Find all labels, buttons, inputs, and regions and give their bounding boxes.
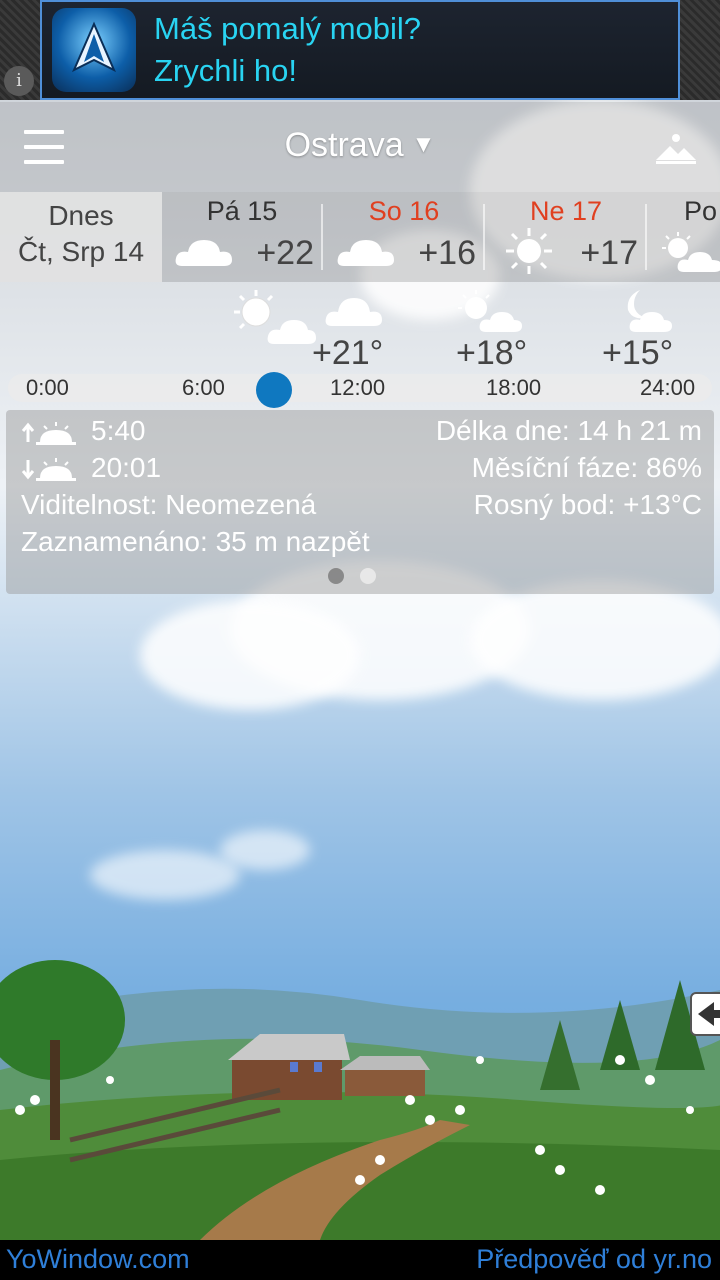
time-slider-track[interactable]: 0:00 6:00 12:00 18:00 24:00	[8, 374, 712, 402]
sunset-time: 20:01	[91, 452, 162, 483]
day-name: Ne 17	[529, 196, 603, 226]
sunrise-time: 5:40	[91, 415, 146, 446]
hourly-temp: +18°	[456, 334, 528, 372]
sun-icon	[506, 228, 552, 274]
today-label: Dnes	[48, 200, 114, 231]
cloud-icon	[337, 240, 394, 266]
day-name: So 16	[368, 196, 440, 226]
day-temp: +17	[580, 234, 638, 272]
day-name: Pá 15	[206, 196, 278, 226]
hourly-temp: +15°	[602, 334, 674, 372]
hourly-temp: +21°	[312, 334, 384, 372]
moon-phase: Měsíční fáze: 86%	[471, 452, 702, 483]
side-panel-tab[interactable]	[690, 992, 720, 1036]
today-date: Čt, Srp 14	[17, 236, 145, 267]
time-tick: 6:00	[182, 375, 225, 400]
yowindow-link[interactable]: YoWindow.com	[6, 1244, 190, 1275]
ad-headline: Máš pomalý mobil?	[154, 11, 422, 46]
day-temp: +22	[256, 234, 314, 272]
moon-cloud-icon	[627, 290, 672, 332]
visibility: Viditelnost: Neomezená	[21, 489, 317, 520]
mountain-landscape-icon[interactable]	[654, 130, 698, 166]
time-tick: 0:00	[26, 375, 69, 400]
city-name: Ostrava	[284, 126, 404, 164]
sun-cloud-icon	[662, 232, 720, 272]
sun-cloud-icon	[234, 290, 316, 344]
day-name: Po	[684, 196, 718, 226]
cloud-icon	[175, 240, 232, 266]
day-item-sun[interactable]: Ne 17 +17	[486, 192, 646, 282]
day-temp: +16	[418, 234, 476, 272]
page-indicator-active	[328, 568, 344, 584]
ad-subline: Zrychli ho!	[154, 53, 297, 88]
time-tick: 24:00	[640, 375, 696, 400]
divider	[321, 204, 323, 270]
footer-bar: YoWindow.com Předpověď od yr.no	[0, 1240, 720, 1280]
time-tick: 12:00	[330, 375, 386, 400]
time-slider-knob[interactable]	[256, 372, 292, 408]
city-selector[interactable]: Ostrava ▼	[0, 126, 720, 165]
sun-cloud-icon	[458, 290, 522, 332]
day-item-mon[interactable]: Po	[648, 192, 720, 282]
dew-point: Rosný bod: +13°C	[473, 489, 702, 520]
cloud-icon	[325, 298, 382, 326]
arrow-left-icon	[698, 1002, 720, 1026]
app-header: Ostrava ▼	[0, 102, 720, 192]
divider	[483, 204, 485, 270]
rocket-logo-icon	[52, 8, 136, 92]
divider	[645, 204, 647, 270]
ad-banner[interactable]: i Máš pomalý mobil? Zrychli ho!	[0, 0, 720, 100]
countryside-scene	[0, 960, 720, 1240]
recorded-ago: Zaznamenáno: 35 m nazpět	[21, 526, 370, 557]
sunset-icon	[21, 458, 76, 481]
day-item-sat[interactable]: So 16 +16	[324, 192, 484, 282]
ad-content[interactable]: Máš pomalý mobil? Zrychli ho!	[40, 0, 680, 100]
sunrise-icon	[21, 422, 76, 445]
daily-forecast-strip: Dnes Čt, Srp 14 Pá 15 +22 So 16 +16 Ne 1…	[0, 192, 720, 282]
chevron-down-icon: ▼	[411, 131, 436, 158]
day-length: Délka dne: 14 h 21 m	[435, 415, 702, 446]
forecast-source-link[interactable]: Předpověď od yr.no	[476, 1244, 712, 1275]
day-today[interactable]: Dnes Čt, Srp 14	[0, 192, 162, 282]
time-tick: 18:00	[486, 375, 542, 400]
page-indicator	[360, 568, 376, 584]
info-icon[interactable]: i	[4, 66, 34, 96]
day-item-fri[interactable]: Pá 15 +22	[162, 192, 322, 282]
details-panel[interactable]: 5:40 20:01 Délka dne: 14 h 21 m Měsíční …	[6, 410, 714, 594]
